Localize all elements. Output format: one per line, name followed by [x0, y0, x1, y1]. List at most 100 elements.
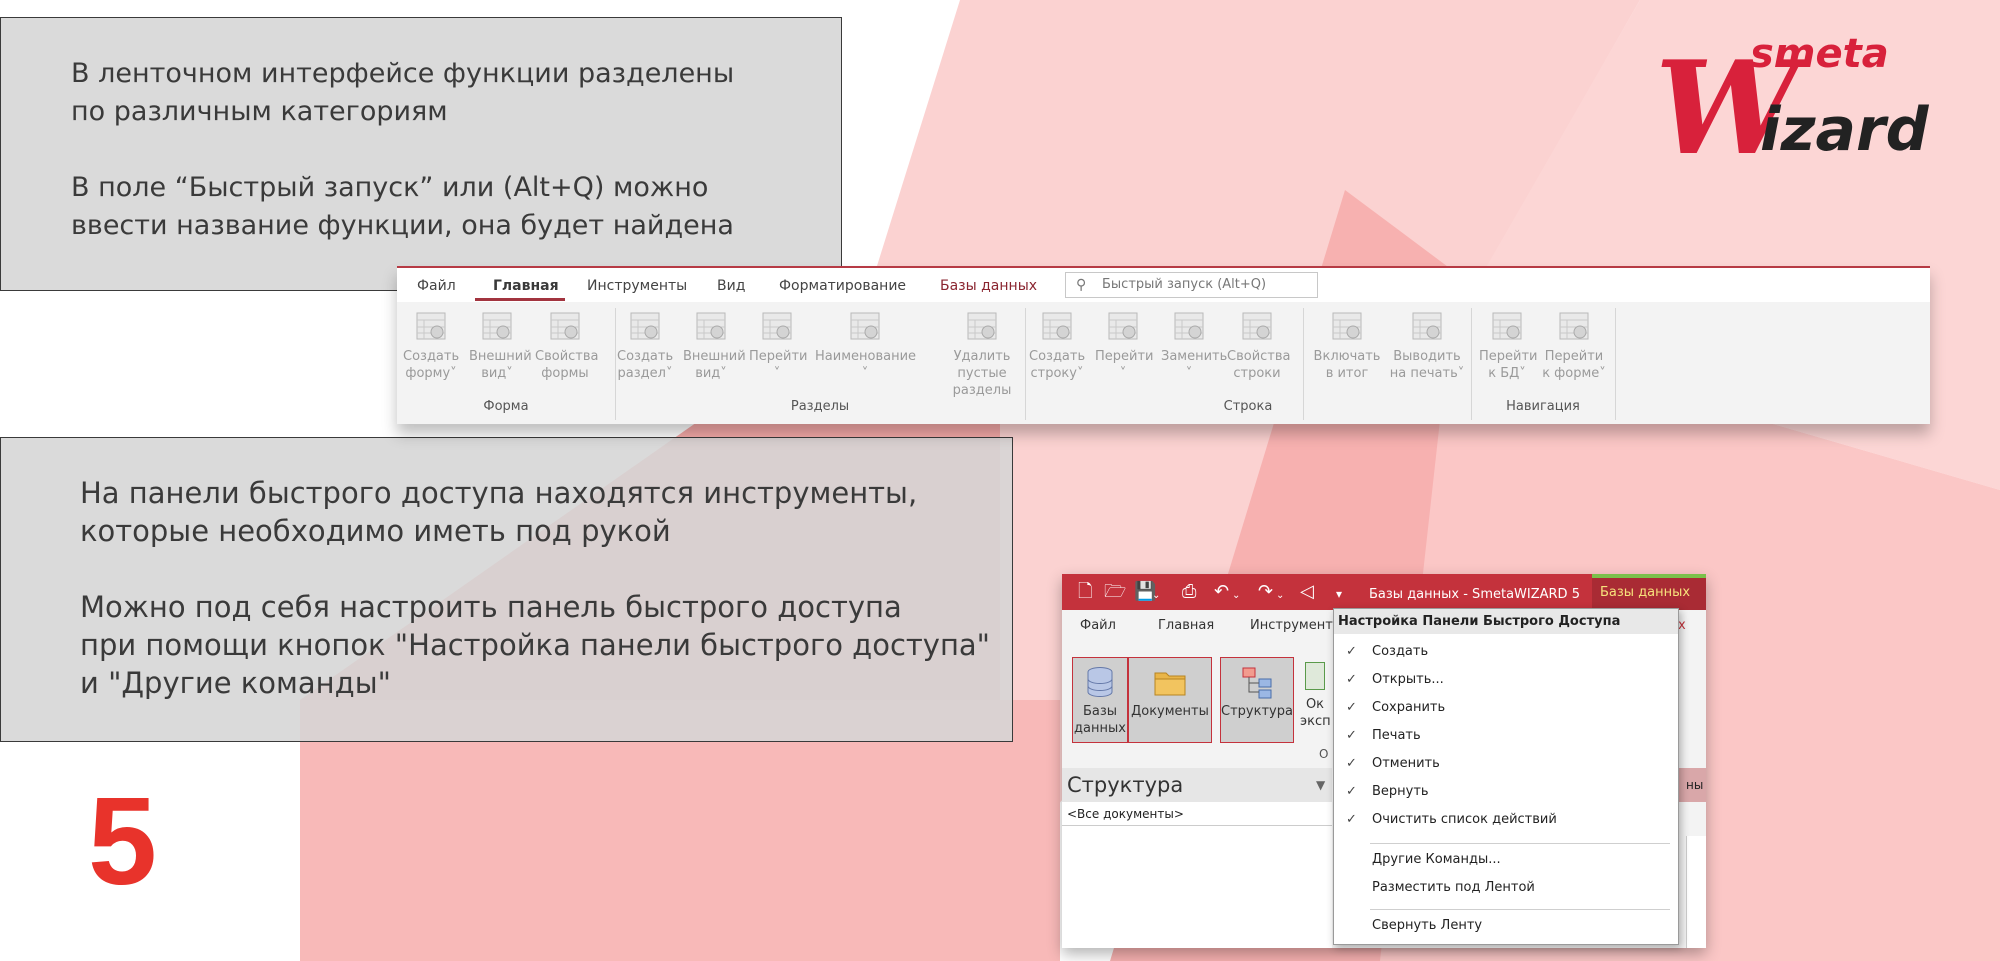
- redo-icon[interactable]: ↷: [1258, 582, 1273, 602]
- window-title: Базы данных - SmetaWIZARD 5: [1369, 587, 1580, 602]
- ribbon-button[interactable]: Свойства строки: [1227, 308, 1291, 382]
- access-tab-fragment[interactable]: х: [1678, 618, 1686, 633]
- save-dropdown-icon[interactable]: ⌄: [1152, 586, 1160, 606]
- ribbon-button[interactable]: Перейти к БД˅: [1479, 308, 1538, 382]
- check-icon: ✓: [1346, 812, 1357, 827]
- ribbon-button[interactable]: Внешний вид˅: [469, 308, 532, 382]
- qat-description-box: На панели быстрого доступа находятся инс…: [0, 437, 1013, 742]
- ribbon-button[interactable]: Наименование ˅: [815, 308, 916, 382]
- check-icon: ✓: [1346, 644, 1357, 659]
- ribbon-button-label: Включать в итог: [1313, 349, 1381, 381]
- documents-button[interactable]: Документы: [1128, 657, 1212, 743]
- menu-item-save[interactable]: ✓ Сохранить: [1334, 697, 1678, 719]
- ribbon-group-label: Навигация: [1506, 399, 1580, 414]
- box1-line-2: по различным категориям: [71, 96, 448, 127]
- ribbon-button-label: Создать раздел˅: [617, 349, 674, 381]
- menu-item-label: Вернуть: [1372, 784, 1429, 799]
- quick-launch-input[interactable]: ⚲ Быстрый запуск (Alt+Q): [1065, 272, 1318, 298]
- structure-panel-header: Структура ▼: [1062, 768, 1332, 802]
- ribbon-button-label: Внешний вид˅: [683, 349, 746, 381]
- menu-header: Настройка Панели Быстрого Доступа: [1334, 609, 1678, 634]
- ribbon-button[interactable]: Удалить пустые разделы: [927, 308, 1037, 399]
- menu-item-show-below-ribbon[interactable]: Разместить под Лентой: [1334, 877, 1678, 899]
- menu-item-clear-history[interactable]: ✓ Очистить список действий: [1334, 809, 1678, 831]
- access-tab-file[interactable]: Файл: [1080, 618, 1116, 633]
- delete-empty-icon: [967, 312, 997, 340]
- ribbon-button[interactable]: Выводить на печать˅: [1387, 308, 1467, 382]
- ribbon-button-label: Внешний вид˅: [469, 349, 532, 381]
- ribbon-button[interactable]: Включать в итог: [1313, 308, 1381, 382]
- goto-form-icon: [1559, 312, 1589, 340]
- ribbon-button[interactable]: Перейти к форме˅: [1541, 308, 1607, 382]
- customize-qat-icon[interactable]: ▾: [1336, 584, 1342, 604]
- ribbon-group-separator: [1615, 308, 1616, 420]
- menu-item-more-commands[interactable]: Другие Команды...: [1334, 849, 1678, 871]
- print-icon[interactable]: ⎙: [1182, 582, 1196, 602]
- qat-customize-menu: Настройка Панели Быстрого Доступа ✓ Созда…: [1333, 608, 1679, 945]
- partial-button[interactable]: Ок экспе: [1300, 662, 1330, 742]
- ribbon-button[interactable]: Перейти ˅: [1095, 308, 1154, 382]
- clear-icon[interactable]: ◁: [1300, 582, 1314, 602]
- ribbon-button[interactable]: Создать строку˅: [1029, 308, 1085, 382]
- tab-databases[interactable]: Базы данных: [940, 278, 1037, 294]
- new-document-icon[interactable]: 🗋: [1078, 582, 1092, 602]
- dropdown-arrow-icon[interactable]: ▼: [1316, 768, 1325, 802]
- menu-item-print[interactable]: ✓ Печать: [1334, 725, 1678, 747]
- ribbon-button[interactable]: Создать форму˅: [403, 308, 459, 382]
- redo-dropdown-icon[interactable]: ⌄: [1276, 586, 1284, 606]
- tab-tools[interactable]: Инструменты: [587, 278, 687, 294]
- ribbon-button-label: Выводить на печать˅: [1389, 349, 1465, 381]
- tab-file[interactable]: Файл: [417, 278, 456, 294]
- open-folder-icon[interactable]: 🗁: [1104, 582, 1126, 602]
- structure-title: Структура: [1067, 773, 1184, 797]
- create-section-icon: [630, 312, 660, 340]
- menu-item-label: Создать: [1372, 644, 1429, 659]
- structure-tree-area: [1062, 826, 1332, 948]
- ribbon-tab-bar: Файл Главная Инструменты Вид Форматирова…: [397, 268, 1930, 302]
- structure-button[interactable]: Структура: [1220, 657, 1294, 743]
- ribbon-button-label: Создать строку˅: [1029, 349, 1086, 381]
- smeta-wizard-logo: smeta W izard: [1655, 31, 1930, 165]
- menu-item-collapse-ribbon[interactable]: Свернуть Ленту: [1334, 915, 1678, 937]
- svg-text:izard: izard: [1760, 95, 1930, 165]
- box2-line-4: при помощи кнопок "Настройка панели быст…: [80, 628, 991, 662]
- goto-icon: [1108, 312, 1138, 340]
- box2-line-2: которые необходимо иметь под рукой: [80, 514, 671, 548]
- menu-item-undo[interactable]: ✓ Отменить: [1334, 753, 1678, 775]
- ribbon-body: Создать форму˅ Внешний вид˅ Свойства формы…: [397, 302, 1930, 424]
- ribbon-button[interactable]: Внешний вид˅: [683, 308, 746, 382]
- access-tab-home[interactable]: Главная: [1158, 618, 1214, 633]
- undo-icon[interactable]: ↶: [1214, 582, 1229, 602]
- access-tab-tools[interactable]: Инструмент: [1250, 618, 1333, 633]
- databases-button-label: Базы данных: [1074, 704, 1126, 736]
- ribbon-button[interactable]: Заменить ˅: [1161, 308, 1227, 382]
- menu-item-redo[interactable]: ✓ Вернуть: [1334, 781, 1678, 803]
- menu-item-create[interactable]: ✓ Создать: [1334, 641, 1678, 663]
- check-icon: ✓: [1346, 784, 1357, 799]
- menu-item-label: Отменить: [1372, 756, 1440, 771]
- undo-dropdown-icon[interactable]: ⌄: [1232, 586, 1240, 606]
- ribbon-button[interactable]: Перейти ˅: [749, 308, 808, 382]
- tab-view[interactable]: Вид: [717, 278, 745, 294]
- ribbon-button-label: Свойства формы: [535, 349, 599, 381]
- create-row-icon: [1042, 312, 1072, 340]
- context-tab-databases[interactable]: Базы данных: [1592, 574, 1706, 610]
- check-icon: ✓: [1346, 728, 1357, 743]
- folder-icon: [1154, 672, 1186, 696]
- ribbon-button[interactable]: Свойства формы: [535, 308, 599, 382]
- tab-formatting[interactable]: Форматирование: [779, 278, 906, 294]
- quick-access-toolbar: 🗋 🗁 💾 ⌄ ⎙ ↶ ⌄ ↷ ⌄ ◁ ▾ Базы данных - Smet…: [1062, 574, 1706, 610]
- box2-line-5: и "Другие команды": [80, 666, 391, 700]
- active-tab-indicator: [475, 298, 565, 301]
- menu-item-open[interactable]: ✓ Открыть...: [1334, 669, 1678, 691]
- appearance-icon: [482, 312, 512, 340]
- databases-button[interactable]: Базы данных: [1072, 657, 1128, 743]
- ribbon-button-label: Создать форму˅: [403, 349, 460, 381]
- ribbon-group-label: Форма: [483, 399, 529, 414]
- partial-group-label: О: [1319, 747, 1329, 761]
- tab-home[interactable]: Главная: [493, 278, 559, 294]
- structure-filter-combo[interactable]: <Все документы>: [1062, 802, 1332, 826]
- ribbon-button[interactable]: Создать раздел˅: [617, 308, 673, 382]
- check-icon: ✓: [1346, 672, 1357, 687]
- menu-item-label: Открыть...: [1372, 672, 1444, 687]
